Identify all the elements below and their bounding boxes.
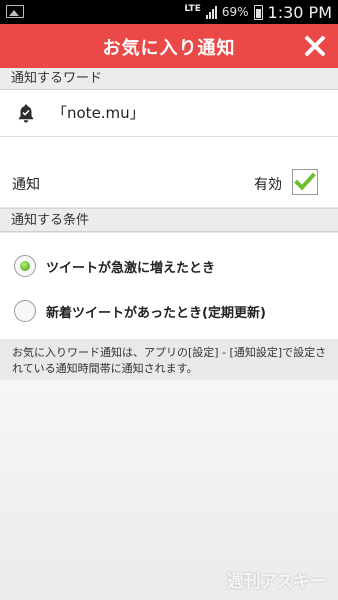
footnote: お気に入りワード通知は、アプリの[設定] - [通知設定]で設定されている通知時…: [12, 346, 327, 375]
screen: LTE 69% 1:30 PM お気に入り通知 通知するワード 「note.mu…: [0, 0, 338, 600]
option-label-rapid: ツイートが急激に増えたとき: [46, 261, 216, 276]
clock: 1:30 PM: [267, 2, 332, 22]
status-icons: LTE 69% 1:30 PM: [184, 2, 332, 22]
radio-selected[interactable]: [14, 255, 36, 277]
battery-percent: 69%: [221, 5, 249, 19]
option-label-new: 新着ツイートがあったとき(定期更新): [46, 306, 266, 321]
favorite-word: 「note.mu」: [52, 104, 145, 122]
bell-check-icon: [16, 103, 36, 123]
close-icon[interactable]: [302, 33, 328, 59]
app-bar: お気に入り通知: [0, 24, 338, 68]
signal-icon: [205, 5, 217, 19]
battery-icon: [253, 4, 263, 20]
page-title: お気に入り通知: [102, 38, 236, 59]
option-rapid-increase[interactable]: ツイートが急激に増えたとき: [0, 233, 338, 287]
enabled-checkbox[interactable]: [292, 169, 318, 195]
enabled-label: 有効: [254, 177, 282, 193]
watermark: 週刊アスキー: [227, 572, 327, 592]
word-row[interactable]: 「note.mu」: [0, 90, 338, 136]
network-type: LTE: [184, 3, 201, 14]
checkmark-icon: [294, 172, 316, 191]
notify-label: 通知: [12, 177, 40, 193]
section-header-word: 通知するワード: [0, 68, 338, 90]
empty-area: 週刊アスキー: [0, 380, 338, 600]
option-new-tweet[interactable]: 新着ツイートがあったとき(定期更新): [0, 287, 338, 337]
status-bar: LTE 69% 1:30 PM: [0, 0, 338, 24]
notify-row[interactable]: 通知 有効: [0, 137, 338, 207]
condition-options: ツイートが急激に増えたとき 新着ツイートがあったとき(定期更新): [0, 233, 338, 339]
section-header-condition: 通知する条件: [0, 208, 338, 232]
radio-unselected[interactable]: [14, 300, 36, 322]
gallery-notification-icon: [6, 5, 24, 18]
